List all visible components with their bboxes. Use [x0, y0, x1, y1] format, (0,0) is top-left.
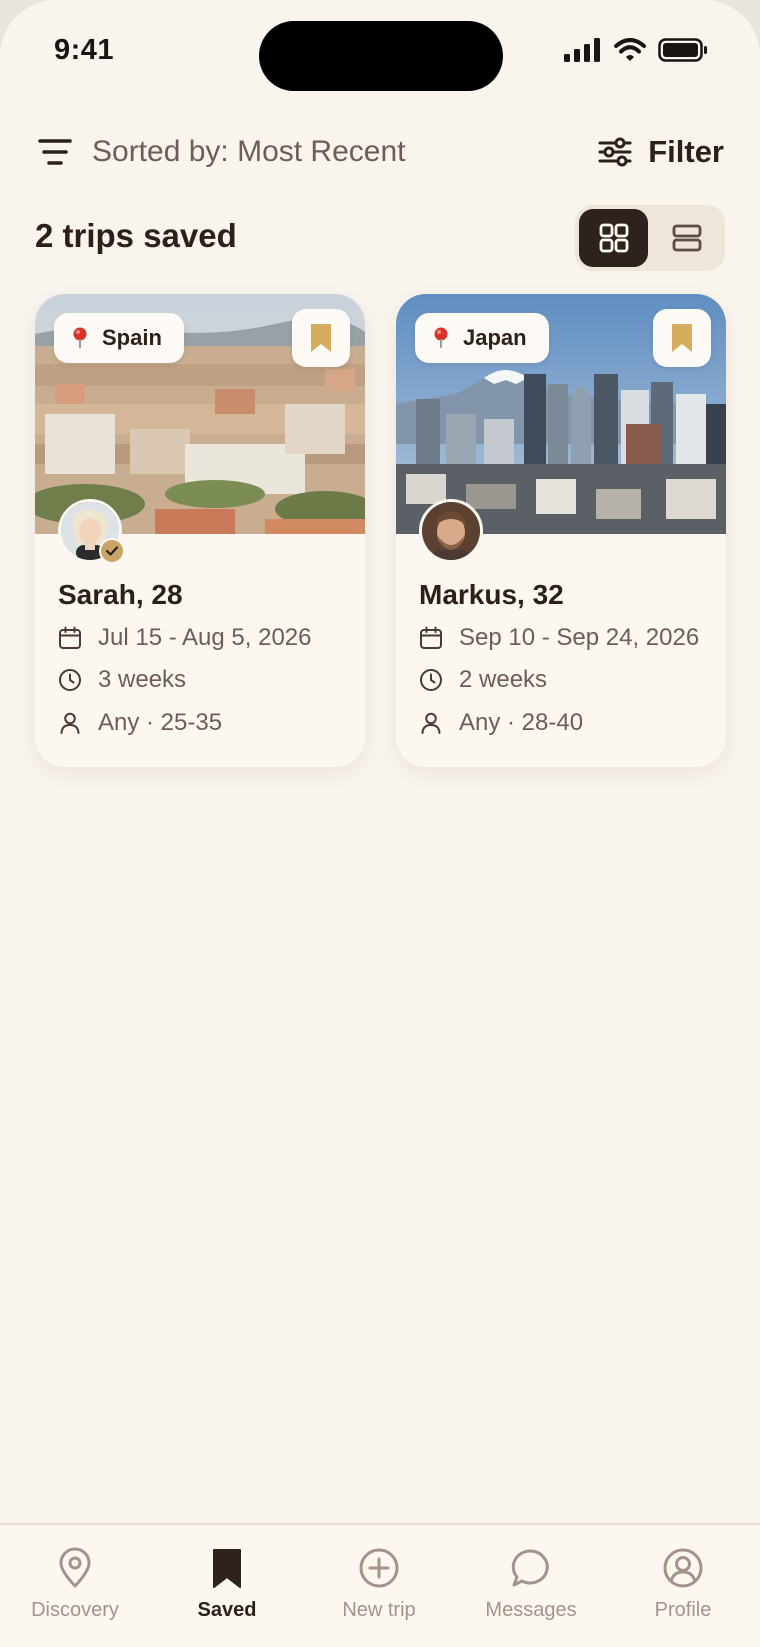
- battery-icon: [658, 38, 707, 62]
- bottom-nav: Discovery Saved New trip Messages Profil…: [0, 1523, 760, 1647]
- map-pin-icon: [59, 1547, 91, 1588]
- nav-label-discovery: Discovery: [31, 1599, 119, 1621]
- traveler-name-age: Sarah, 28: [58, 579, 183, 610]
- dynamic-island: [259, 21, 503, 91]
- nav-label-new-trip: New trip: [342, 1599, 416, 1621]
- plus-circle-icon: [359, 1548, 399, 1588]
- clock-icon: [59, 669, 81, 691]
- list-view-icon: [672, 224, 701, 252]
- trip-duration-text: 2 weeks: [459, 666, 548, 693]
- nav-item-new-trip[interactable]: New trip: [304, 1547, 454, 1622]
- bookmark-icon: [213, 1549, 241, 1588]
- map-pin-red-icon: [73, 327, 87, 348]
- nav-item-messages[interactable]: Messages: [456, 1547, 606, 1622]
- nav-label-saved: Saved: [197, 1599, 257, 1621]
- bookmark-button[interactable]: [653, 309, 711, 367]
- grid-icon: [599, 223, 628, 253]
- nav-item-discovery[interactable]: Discovery: [0, 1547, 150, 1622]
- nav-label-profile: Profile: [654, 1599, 712, 1621]
- filter-button[interactable]: Filter: [598, 134, 724, 170]
- sliders-icon: [598, 137, 632, 167]
- calendar-icon: [420, 626, 442, 649]
- list-view-button[interactable]: [652, 209, 721, 267]
- traveler-name-age: Markus, 32: [419, 579, 564, 610]
- grid-view-button[interactable]: [579, 209, 648, 267]
- verified-badge: [99, 538, 125, 564]
- companion-preference: Any · 28-40: [419, 709, 583, 737]
- person-icon: [60, 712, 80, 734]
- wifi-icon: [614, 38, 646, 61]
- status-bar: 9:41: [0, 0, 760, 100]
- calendar-icon: [59, 626, 81, 649]
- signal-icon: [564, 38, 600, 62]
- location-chip: Spain: [54, 313, 184, 363]
- nav-item-profile[interactable]: Profile: [608, 1547, 758, 1622]
- map-pin-red-icon: [434, 327, 448, 348]
- chat-bubble-icon: [511, 1549, 549, 1587]
- bookmark-filled-icon: [672, 324, 692, 352]
- trip-card[interactable]: Spain Sarah, 28 Jul 15 - Aug 5, 2026 3 w…: [35, 294, 365, 767]
- location-label: Spain: [102, 325, 162, 350]
- sort-filter-row: Sorted by: Most Recent Filter: [38, 130, 724, 174]
- check-icon: [105, 546, 119, 556]
- avatar[interactable]: [419, 499, 483, 563]
- nav-label-messages: Messages: [485, 1599, 577, 1621]
- companion-preference: Any · 25-35: [58, 709, 222, 737]
- phone-screen: 9:41 Sorted by: Most Recent Filter 2 tri…: [0, 0, 760, 1647]
- location-chip: Japan: [415, 313, 549, 363]
- trip-dates: Sep 10 - Sep 24, 2026: [419, 624, 699, 652]
- bookmark-filled-icon: [311, 324, 331, 352]
- location-label: Japan: [463, 325, 527, 350]
- status-time: 9:41: [54, 34, 115, 66]
- user-circle-icon: [663, 1548, 703, 1588]
- sort-lines-icon: [38, 139, 72, 165]
- sort-label: Sorted by: Most Recent: [92, 135, 406, 168]
- view-toggle: [575, 205, 725, 271]
- sort-button[interactable]: Sorted by: Most Recent: [38, 135, 405, 169]
- person-icon: [421, 712, 441, 734]
- nav-item-saved[interactable]: Saved: [152, 1547, 302, 1622]
- filter-label: Filter: [648, 134, 724, 169]
- trip-card[interactable]: Japan Markus, 32 Sep 10 - Sep 24, 2026 2…: [396, 294, 726, 767]
- trip-dates: Jul 15 - Aug 5, 2026: [58, 624, 312, 652]
- trip-dates-text: Sep 10 - Sep 24, 2026: [459, 624, 700, 651]
- trip-duration: 2 weeks: [419, 666, 547, 694]
- avatar-photo-markus: [422, 502, 480, 560]
- clock-icon: [420, 669, 442, 691]
- saved-count-title: 2 trips saved: [35, 217, 237, 254]
- bookmark-button[interactable]: [292, 309, 350, 367]
- trip-duration-text: 3 weeks: [98, 666, 187, 693]
- companion-preference-text: Any · 28-40: [459, 709, 584, 736]
- status-icons: [564, 38, 708, 62]
- trip-dates-text: Jul 15 - Aug 5, 2026: [98, 624, 312, 651]
- companion-preference-text: Any · 25-35: [98, 709, 223, 736]
- trip-duration: 3 weeks: [58, 666, 186, 694]
